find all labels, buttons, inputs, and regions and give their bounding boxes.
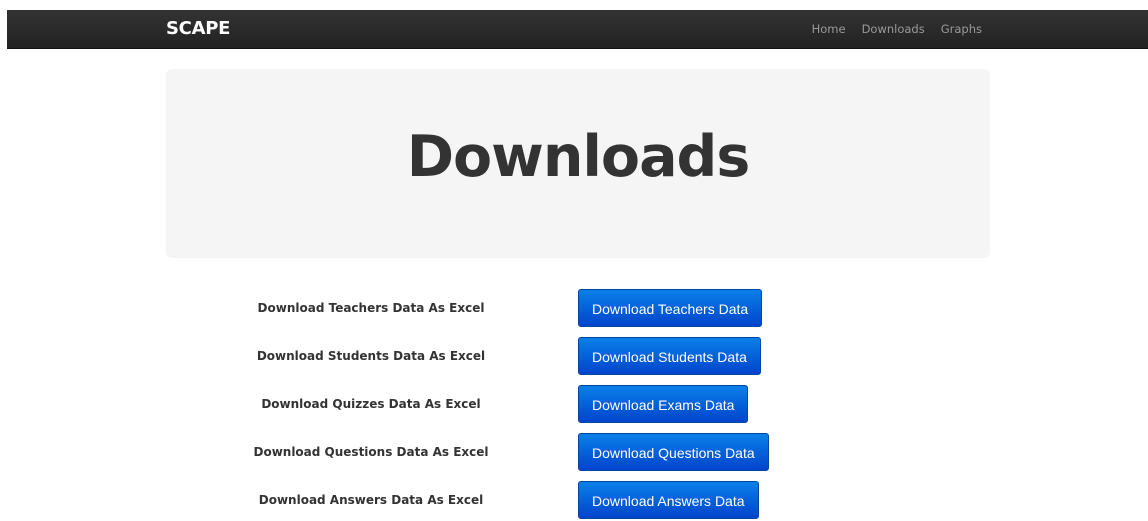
download-row-answers: Download Answers Data As Excel Download … bbox=[0, 481, 1148, 521]
brand-link[interactable]: SCAPE bbox=[166, 18, 230, 39]
download-label-quizzes: Download Quizzes Data As Excel bbox=[261, 397, 481, 411]
download-row-teachers: Download Teachers Data As Excel Download… bbox=[0, 289, 1148, 329]
download-label-students: Download Students Data As Excel bbox=[256, 349, 486, 363]
nav-link-downloads[interactable]: Downloads bbox=[862, 22, 925, 36]
nav-link-graphs[interactable]: Graphs bbox=[941, 22, 982, 36]
nav-link-home[interactable]: Home bbox=[812, 22, 846, 36]
download-answers-button[interactable]: Download Answers Data bbox=[578, 481, 759, 519]
download-students-button[interactable]: Download Students Data bbox=[578, 337, 761, 375]
page-title: Downloads bbox=[406, 124, 751, 190]
download-questions-button[interactable]: Download Questions Data bbox=[578, 433, 769, 471]
download-teachers-button[interactable]: Download Teachers Data bbox=[578, 289, 763, 327]
download-row-questions: Download Questions Data As Excel Downloa… bbox=[0, 433, 1148, 473]
top-navbar: SCAPE Home Downloads Graphs bbox=[7, 10, 1148, 49]
download-row-students: Download Students Data As Excel Download… bbox=[0, 337, 1148, 377]
hero-unit: Downloads bbox=[166, 69, 990, 258]
download-label-answers: Download Answers Data As Excel bbox=[258, 493, 484, 507]
download-exams-button[interactable]: Download Exams Data bbox=[578, 385, 749, 423]
download-label-questions: Download Questions Data As Excel bbox=[253, 445, 489, 459]
nav-links: Home Downloads Graphs bbox=[796, 22, 982, 36]
download-row-quizzes: Download Quizzes Data As Excel Download … bbox=[0, 385, 1148, 425]
download-label-teachers: Download Teachers Data As Excel bbox=[257, 301, 485, 315]
